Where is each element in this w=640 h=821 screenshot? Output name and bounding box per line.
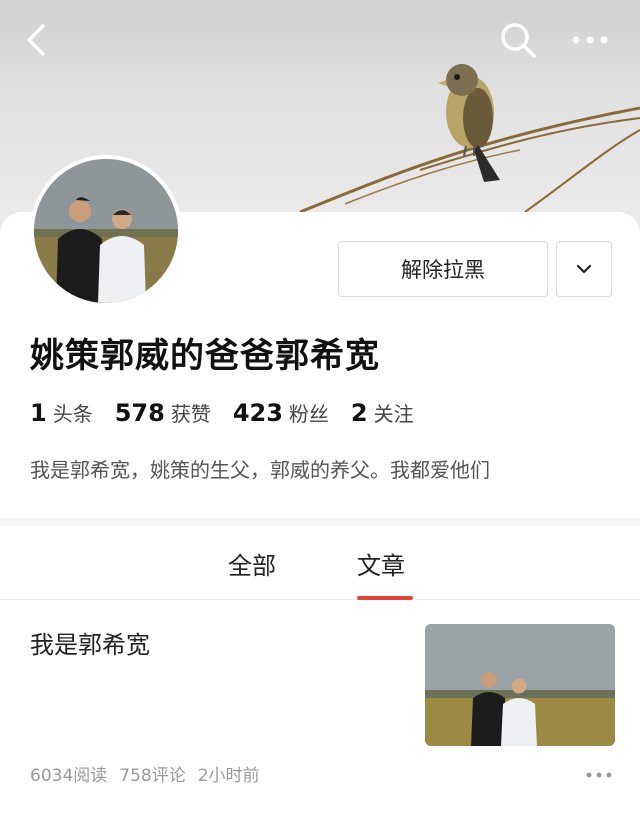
stat-label: 关注 [373, 402, 414, 426]
more-options-button[interactable] [566, 16, 614, 64]
search-icon [501, 23, 536, 58]
stat-likes[interactable]: 578 获赞 [115, 398, 211, 427]
stat-headlines[interactable]: 1 头条 [30, 398, 93, 427]
section-divider [0, 518, 640, 526]
stat-label: 获赞 [170, 402, 211, 426]
article-more-button[interactable] [582, 763, 616, 787]
article-thumbnail [425, 624, 615, 746]
more-dots-icon [586, 772, 612, 778]
back-arrow-icon [27, 24, 45, 56]
tab-articles[interactable]: 文章 [357, 546, 405, 581]
unblock-button-label: 解除拉黑 [401, 258, 485, 282]
stat-label: 粉丝 [288, 402, 329, 426]
stat-following[interactable]: 2 关注 [351, 398, 414, 427]
article-comments: 758评论 [119, 766, 186, 786]
search-button[interactable] [494, 16, 542, 64]
more-dots-icon [572, 36, 608, 44]
unblock-button[interactable]: 解除拉黑 [338, 241, 548, 297]
stat-value: 578 [114, 399, 165, 427]
article-item[interactable]: 我是郭希宽 6034阅读 758评论 2小时前 [0, 601, 640, 821]
article-thumbnail-photo [425, 624, 615, 746]
article-time: 2小时前 [197, 766, 260, 786]
article-title: 我是郭希宽 [30, 631, 150, 659]
tab-all[interactable]: 全部 [228, 546, 276, 581]
article-meta: 6034阅读 758评论 2小时前 [30, 761, 272, 786]
chevron-down-icon [576, 264, 592, 274]
profile-dropdown-button[interactable] [556, 241, 612, 297]
profile-name: 姚策郭威的爸爸郭希宽 [30, 336, 380, 376]
stat-value: 2 [350, 399, 368, 427]
stat-followers[interactable]: 423 粉丝 [233, 398, 329, 427]
stat-value: 423 [232, 399, 283, 427]
back-button[interactable] [12, 16, 60, 64]
active-tab-indicator [357, 596, 413, 600]
stat-label: 头条 [52, 402, 93, 426]
profile-stats: 1 头条 578 获赞 423 粉丝 2 关注 [30, 398, 436, 427]
profile-bio: 我是郭希宽，姚策的生父，郭威的养父。我都爱他们 [30, 458, 490, 482]
avatar[interactable] [30, 155, 182, 307]
stat-value: 1 [30, 399, 47, 427]
avatar-photo [34, 159, 178, 303]
content-tabs: 全部 文章 [0, 526, 640, 600]
article-reads: 6034阅读 [30, 766, 108, 786]
